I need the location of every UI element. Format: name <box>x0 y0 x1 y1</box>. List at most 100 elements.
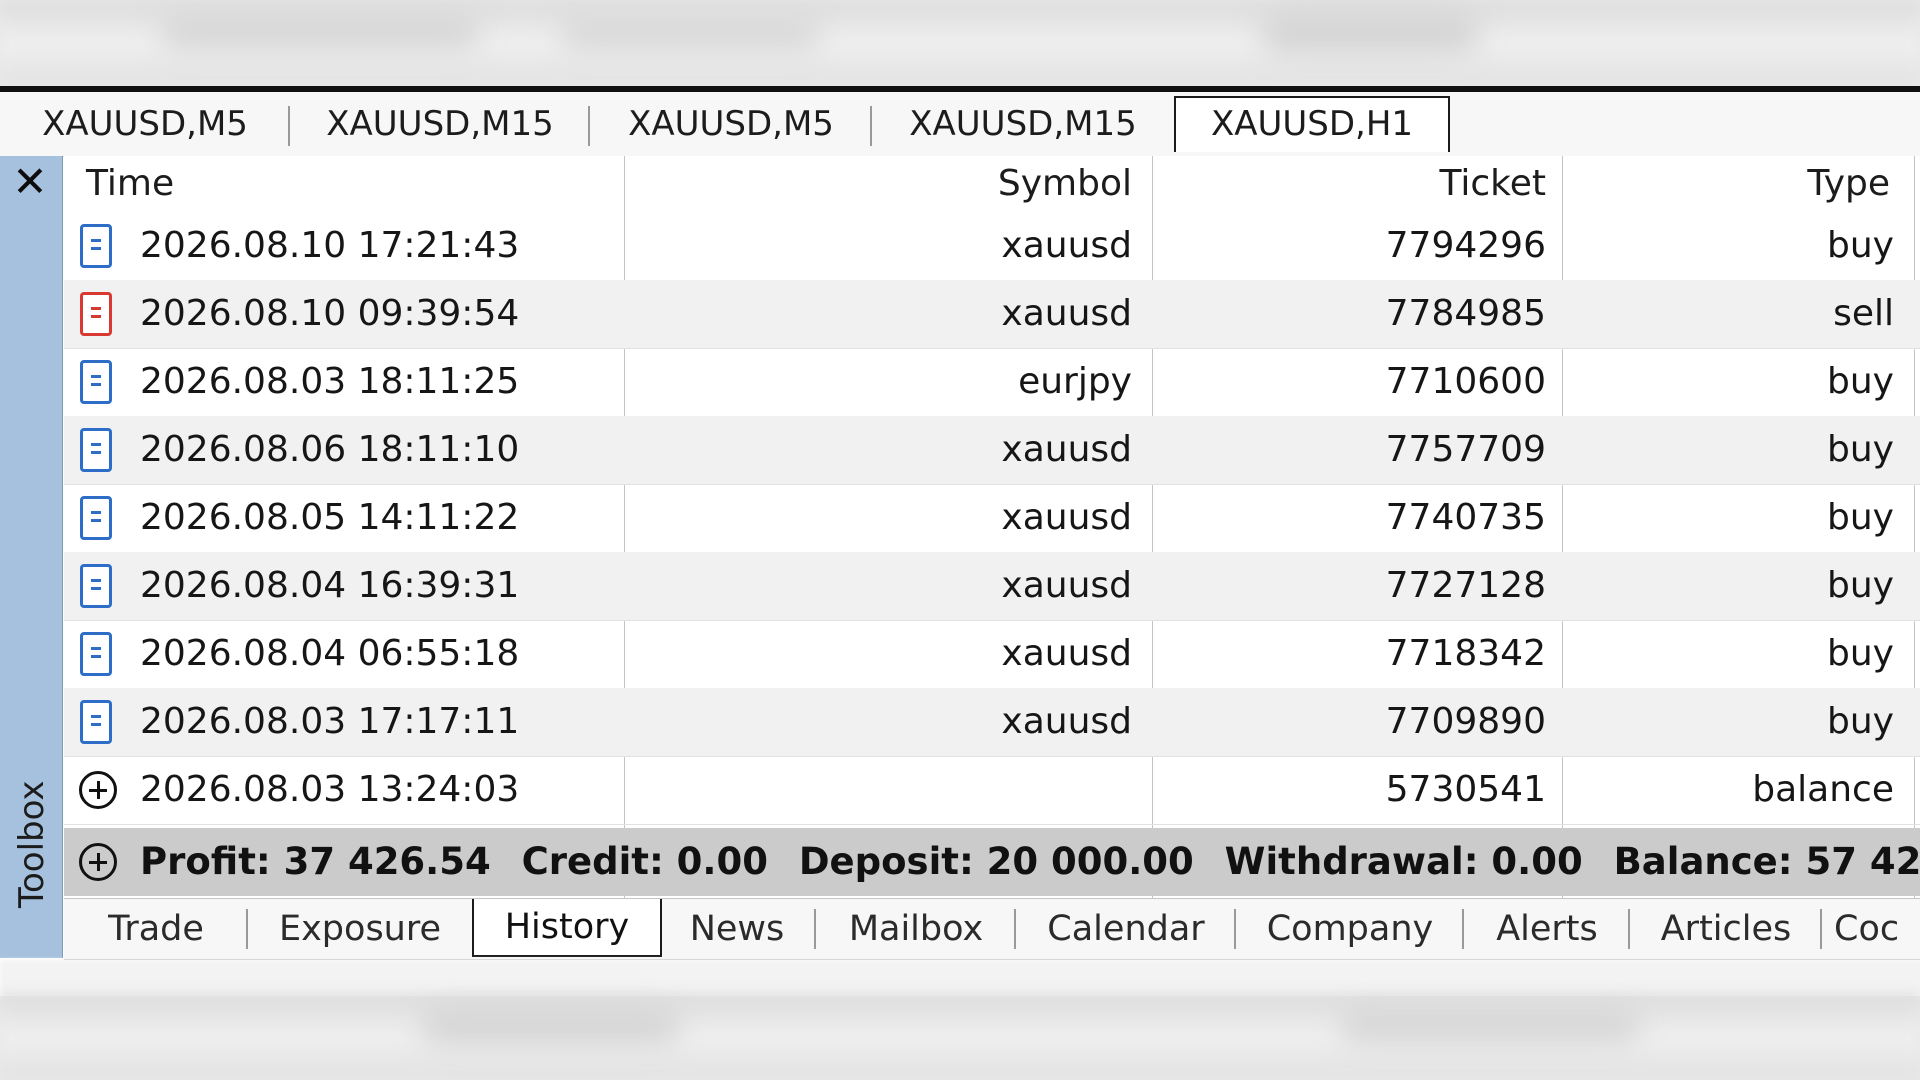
summary-balance: Balance: 57 426.54 <box>1613 840 1920 883</box>
table-row[interactable]: 2026.08.10 09:39:54 xauusd 7784985 sell <box>64 280 1920 349</box>
order-icon <box>80 428 112 472</box>
summary-withdrawal: Withdrawal: 0.00 <box>1224 840 1583 883</box>
table-row[interactable]: 2026.08.04 16:39:31 xauusd 7727128 buy <box>64 552 1920 621</box>
blurred-background-shape <box>560 22 820 48</box>
order-icon <box>80 564 112 608</box>
cell-ticket: 7757709 <box>1385 429 1546 470</box>
tab-label: Mailbox <box>848 909 984 949</box>
chart-tab-label: XAUUSD,M15 <box>909 104 1137 144</box>
cell-ticket: 5730541 <box>1385 769 1546 810</box>
order-icon <box>80 496 112 540</box>
tab-label: Articles <box>1660 909 1792 949</box>
chart-tab[interactable]: XAUUSD,M5 <box>590 98 872 150</box>
summary-deposit: Deposit: 20 000.00 <box>798 840 1194 883</box>
order-icon <box>80 360 112 404</box>
cell-time: 2026.08.03 17:17:11 <box>140 701 520 742</box>
tab-code[interactable]: Coc <box>1822 899 1920 959</box>
table-row[interactable]: 2026.08.04 06:55:18 xauusd 7718342 buy <box>64 620 1920 689</box>
cell-ticket: 7740735 <box>1385 497 1546 538</box>
cell-ticket: 7710600 <box>1385 361 1546 402</box>
table-row[interactable]: 2026.08.06 18:11:10 xauusd 7757709 buy <box>64 416 1920 485</box>
cell-time: 2026.08.03 13:24:03 <box>140 769 520 810</box>
column-header-type[interactable]: Type <box>1564 156 1890 212</box>
cell-time: 2026.08.10 09:39:54 <box>140 293 520 334</box>
cell-ticket: 7784985 <box>1385 293 1546 334</box>
cell-ticket: 7709890 <box>1385 701 1546 742</box>
cell-symbol: xauusd <box>1001 565 1132 606</box>
plus-circle-icon <box>79 771 117 809</box>
tab-company[interactable]: Company <box>1236 899 1464 959</box>
cell-symbol: xauusd <box>1001 633 1132 674</box>
cell-type: buy <box>1827 701 1894 742</box>
tab-label: News <box>689 909 785 949</box>
tab-news[interactable]: News <box>658 899 816 959</box>
tab-label: Trade <box>108 909 204 949</box>
tab-label: Alerts <box>1496 909 1598 949</box>
screenshot-root: XAUUSD,M5 XAUUSD,M15 XAUUSD,M5 XAUUSD,M1… <box>0 0 1920 1080</box>
cell-type: buy <box>1827 225 1894 266</box>
cell-ticket: 7727128 <box>1385 565 1546 606</box>
cell-symbol: xauusd <box>1001 293 1132 334</box>
toolbox-side-panel: ✕ Toolbox <box>0 156 63 958</box>
cell-type: sell <box>1833 293 1894 334</box>
toolbox-title: Toolbox <box>12 780 52 909</box>
order-icon <box>80 224 112 268</box>
cell-type: buy <box>1827 565 1894 606</box>
table-row[interactable]: 2026.08.10 17:21:43 xauusd 7794296 buy <box>64 212 1920 281</box>
order-icon <box>80 292 112 336</box>
chart-tab-active[interactable]: XAUUSD,H1 <box>1174 96 1450 152</box>
table-header: Time Symbol Ticket Type <box>64 156 1920 212</box>
cell-symbol: xauusd <box>1001 429 1132 470</box>
cell-symbol <box>626 756 1132 824</box>
column-header-time[interactable]: Time <box>86 156 586 212</box>
cell-ticket: 7718342 <box>1385 633 1546 674</box>
tab-exposure[interactable]: Exposure <box>248 899 472 959</box>
cell-type: balance <box>1752 769 1894 810</box>
chart-tab-label: XAUUSD,M15 <box>326 104 554 144</box>
order-icon <box>80 632 112 676</box>
status-bar <box>0 960 1920 996</box>
chart-tab-label: XAUUSD,M5 <box>628 104 834 144</box>
table-row[interactable]: 2026.08.03 18:11:25 eurjpy 7710600 buy <box>64 348 1920 417</box>
terminal-window: XAUUSD,M5 XAUUSD,M15 XAUUSD,M5 XAUUSD,M1… <box>0 86 1920 996</box>
tab-label: Exposure <box>278 909 442 949</box>
close-icon[interactable]: ✕ <box>6 158 54 206</box>
tab-articles[interactable]: Articles <box>1630 899 1822 959</box>
cell-symbol: xauusd <box>1001 225 1132 266</box>
tab-trade[interactable]: Trade <box>64 899 248 959</box>
cell-time: 2026.08.04 16:39:31 <box>140 565 520 606</box>
chart-tab[interactable]: XAUUSD,M15 <box>290 98 590 150</box>
tab-mailbox[interactable]: Mailbox <box>816 899 1016 959</box>
toolbox-tab-bar: Trade Exposure History News Mailbox Cale… <box>64 898 1920 960</box>
tab-alerts[interactable]: Alerts <box>1464 899 1630 959</box>
table-row[interactable]: 2026.08.03 13:24:03 5730541 balance <box>64 756 1920 825</box>
chart-tab[interactable]: XAUUSD,M15 <box>872 98 1174 150</box>
summary-text: Profit: 37 426.54 Credit: 0.00 Deposit: … <box>140 828 1920 896</box>
cell-symbol: eurjpy <box>1018 361 1132 402</box>
column-header-ticket[interactable]: Ticket <box>1154 156 1546 212</box>
cell-type: buy <box>1827 633 1894 674</box>
cell-time: 2026.08.04 06:55:18 <box>140 633 520 674</box>
table-row[interactable]: 2026.08.03 17:17:11 xauusd 7709890 buy <box>64 688 1920 757</box>
plus-circle-icon <box>79 843 117 881</box>
blurred-background-shape <box>420 1010 680 1044</box>
summary-row[interactable]: Profit: 37 426.54 Credit: 0.00 Deposit: … <box>64 828 1920 896</box>
cell-time: 2026.08.06 18:11:10 <box>140 429 520 470</box>
cell-time: 2026.08.10 17:21:43 <box>140 225 520 266</box>
chart-tab[interactable]: XAUUSD,M5 <box>0 98 290 150</box>
tab-calendar[interactable]: Calendar <box>1016 899 1236 959</box>
cell-ticket: 7794296 <box>1385 225 1546 266</box>
column-header-symbol[interactable]: Symbol <box>626 156 1132 212</box>
blurred-background-shape <box>1340 1012 1640 1042</box>
cell-time: 2026.08.03 18:11:25 <box>140 361 520 402</box>
cell-type: buy <box>1827 361 1894 402</box>
chart-tab-label: XAUUSD,H1 <box>1210 104 1414 144</box>
table-row[interactable]: 2026.08.05 14:11:22 xauusd 7740735 buy <box>64 484 1920 553</box>
blurred-background-shape <box>1260 14 1480 54</box>
summary-credit: Credit: 0.00 <box>521 840 768 883</box>
blurred-background-shape <box>160 18 480 48</box>
tab-history[interactable]: History <box>472 899 662 957</box>
cell-type: buy <box>1827 429 1894 470</box>
cell-symbol: xauusd <box>1001 701 1132 742</box>
tab-label: Coc <box>1834 909 1900 949</box>
